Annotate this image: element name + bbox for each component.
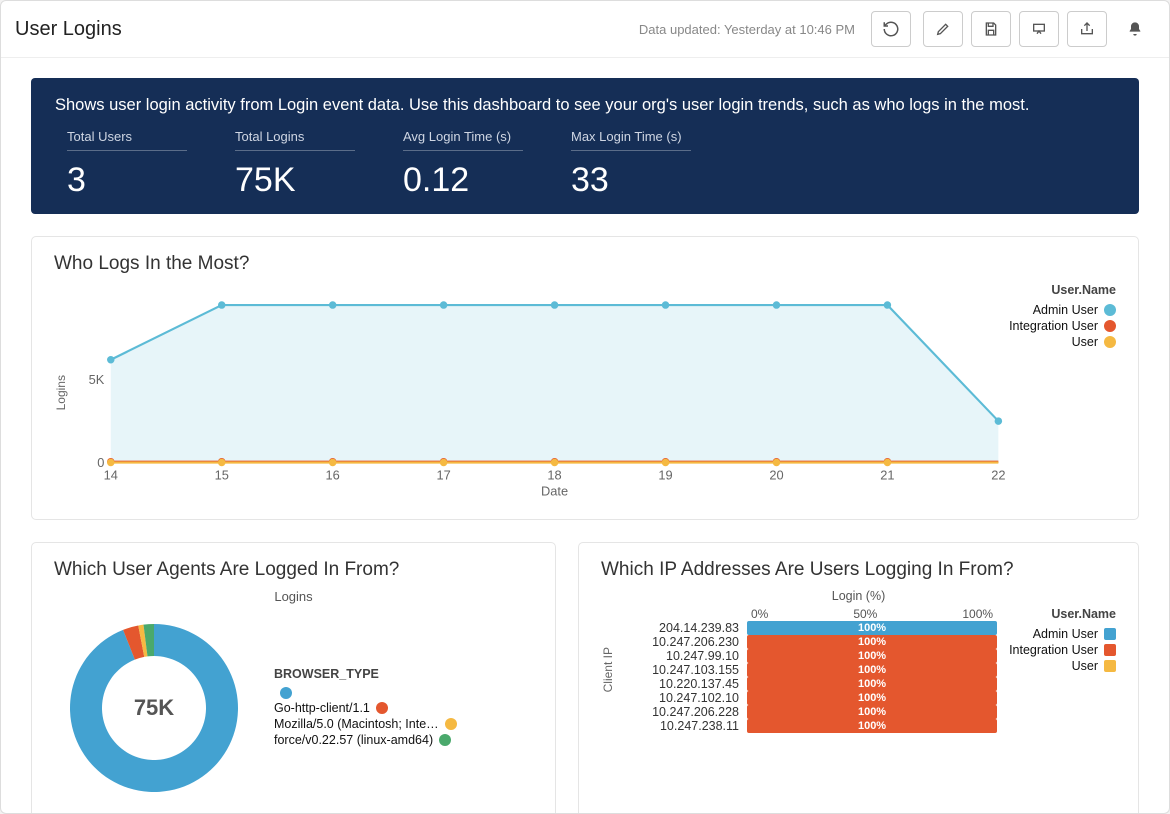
- ip-label: 10.220.137.45: [627, 677, 747, 691]
- legend-item[interactable]: Integration User: [1009, 643, 1116, 657]
- save-button[interactable]: [971, 11, 1011, 47]
- legend-item[interactable]: User: [1009, 659, 1116, 673]
- refresh-button[interactable]: [871, 11, 911, 47]
- header-bar: User Logins Data updated: Yesterday at 1…: [1, 1, 1169, 58]
- ip-card: Which IP Addresses Are Users Logging In …: [578, 542, 1139, 814]
- svg-text:18: 18: [547, 468, 561, 483]
- who-logs-title: Who Logs In the Most?: [54, 253, 1116, 275]
- legend-item[interactable]: force/v0.22.57 (linux-amd64): [274, 733, 457, 747]
- ip-label: 204.14.239.83: [627, 621, 747, 635]
- legend-item[interactable]: Go-http-client/1.1: [274, 701, 457, 715]
- legend-item[interactable]: Admin User: [1009, 303, 1116, 317]
- share-button[interactable]: [1067, 11, 1107, 47]
- notify-button[interactable]: [1115, 11, 1155, 47]
- legend-title: User.Name: [1009, 283, 1116, 297]
- kpi-value: 75K: [235, 161, 355, 200]
- agents-legend: BROWSER_TYPE Go-http-client/1.1 Mozilla/5…: [274, 667, 457, 749]
- who-logs-legend: User.Name Admin User Integration User User: [1009, 283, 1116, 503]
- legend-title: User.Name: [1009, 607, 1116, 621]
- svg-text:14: 14: [104, 468, 118, 483]
- svg-text:16: 16: [326, 468, 340, 483]
- edit-icon: [935, 21, 951, 37]
- ip-row[interactable]: 10.220.137.45 100%: [627, 677, 997, 691]
- bell-icon: [1127, 21, 1143, 37]
- svg-text:17: 17: [436, 468, 450, 483]
- ip-label: 10.247.102.10: [627, 691, 747, 705]
- ip-row[interactable]: 10.247.99.10 100%: [627, 649, 997, 663]
- ip-row[interactable]: 10.247.206.228 100%: [627, 705, 997, 719]
- ip-title: Which IP Addresses Are Users Logging In …: [601, 559, 1116, 581]
- ip-row[interactable]: 10.247.102.10 100%: [627, 691, 997, 705]
- tick: 0%: [751, 607, 768, 621]
- ip-row[interactable]: 10.247.206.230 100%: [627, 635, 997, 649]
- legend-item[interactable]: Admin User: [1009, 627, 1116, 641]
- legend-item[interactable]: Mozilla/5.0 (Macintosh; Inte…: [274, 717, 457, 731]
- kpi-1: Total Logins 75K: [223, 129, 367, 200]
- donut-center: 75K: [54, 608, 254, 808]
- page-title: User Logins: [15, 18, 122, 41]
- tick: 50%: [853, 607, 877, 621]
- ip-label: 10.247.238.11: [627, 719, 747, 733]
- refresh-icon: [882, 20, 900, 38]
- legend-item[interactable]: [274, 687, 457, 699]
- kpi-label: Total Logins: [235, 129, 355, 151]
- who-logs-chart[interactable]: 05K141516171819202122Date: [68, 283, 1009, 503]
- ip-label: 10.247.103.155: [627, 663, 747, 677]
- kpi-label: Avg Login Time (s): [403, 129, 523, 151]
- ip-ytitle: Client IP: [601, 647, 615, 692]
- hero-banner: Shows user login activity from Login eve…: [31, 78, 1139, 214]
- kpi-value: 33: [571, 161, 691, 200]
- kpi-label: Max Login Time (s): [571, 129, 691, 151]
- kpi-value: 0.12: [403, 161, 523, 200]
- save-icon: [983, 21, 999, 37]
- tick: 100%: [962, 607, 993, 621]
- ip-label: 10.247.206.230: [627, 635, 747, 649]
- svg-text:15: 15: [215, 468, 229, 483]
- agents-title: Which User Agents Are Logged In From?: [54, 559, 533, 581]
- svg-text:5K: 5K: [89, 372, 105, 387]
- agents-donut[interactable]: 75K: [54, 608, 254, 808]
- legend-item[interactable]: Integration User: [1009, 319, 1116, 333]
- ip-label: 10.247.99.10: [627, 649, 747, 663]
- line-ylabel: Logins: [54, 375, 68, 410]
- svg-text:22: 22: [991, 468, 1005, 483]
- ip-row[interactable]: 204.14.239.83 100%: [627, 621, 997, 635]
- ip-bars[interactable]: 204.14.239.83 100% 10.247.206.230 100% 1…: [627, 621, 997, 733]
- kpi-0: Total Users 3: [55, 129, 199, 200]
- svg-text:Date: Date: [541, 484, 568, 499]
- user-agents-card: Which User Agents Are Logged In From? Lo…: [31, 542, 556, 814]
- present-icon: [1031, 21, 1047, 37]
- kpi-2: Avg Login Time (s) 0.12: [391, 129, 535, 200]
- legend-title: BROWSER_TYPE: [274, 667, 457, 681]
- who-logs-card: Who Logs In the Most? Logins 05K14151617…: [31, 236, 1139, 520]
- ip-xtitle: Login (%): [601, 589, 1116, 603]
- ip-row[interactable]: 10.247.238.11 100%: [627, 719, 997, 733]
- svg-text:20: 20: [769, 468, 783, 483]
- present-button[interactable]: [1019, 11, 1059, 47]
- updated-text: Data updated: Yesterday at 10:46 PM: [639, 22, 855, 37]
- edit-button[interactable]: [923, 11, 963, 47]
- kpi-3: Max Login Time (s) 33: [559, 129, 703, 200]
- kpi-value: 3: [67, 161, 187, 200]
- share-icon: [1079, 21, 1095, 37]
- ip-label: 10.247.206.228: [627, 705, 747, 719]
- donut-title: Logins: [54, 589, 533, 604]
- hero-description: Shows user login activity from Login eve…: [55, 96, 1115, 115]
- legend-item[interactable]: User: [1009, 335, 1116, 349]
- kpi-label: Total Users: [67, 129, 187, 151]
- svg-text:21: 21: [880, 468, 894, 483]
- ip-row[interactable]: 10.247.103.155 100%: [627, 663, 997, 677]
- svg-text:19: 19: [658, 468, 672, 483]
- ip-legend: User.Name Admin User Integration User User: [1009, 607, 1116, 733]
